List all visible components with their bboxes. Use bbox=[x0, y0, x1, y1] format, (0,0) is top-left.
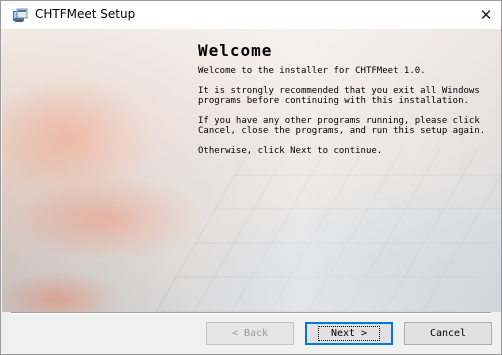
welcome-text-area: Welcome Welcome to the installer for CHT… bbox=[198, 41, 493, 166]
welcome-paragraph-intro: Welcome to the installer for CHTFMeet 1.… bbox=[198, 66, 426, 76]
window-title: CHTFMeet Setup bbox=[35, 7, 136, 21]
next-button[interactable]: Next > bbox=[305, 322, 393, 345]
cancel-button-label: Cancel bbox=[429, 328, 467, 339]
setup-window: CHTFMeet Setup ✕ Welcome Welcome to the … bbox=[0, 0, 502, 355]
title-bar[interactable]: CHTFMeet Setup ✕ bbox=[1, 1, 501, 29]
back-button[interactable]: < Back bbox=[206, 322, 294, 345]
welcome-paragraph-cancel-advice: If you have any other programs running, … bbox=[198, 116, 486, 136]
close-button[interactable]: ✕ bbox=[471, 1, 501, 29]
welcome-paragraph-exit-programs: It is strongly recommended that you exit… bbox=[198, 86, 480, 106]
installer-app-icon bbox=[12, 8, 28, 24]
welcome-heading: Welcome bbox=[198, 41, 273, 60]
close-icon: ✕ bbox=[479, 6, 493, 24]
button-area-divider bbox=[11, 312, 491, 314]
cancel-button[interactable]: Cancel bbox=[404, 322, 492, 345]
back-button-label: < Back bbox=[231, 328, 269, 339]
welcome-paragraph-continue: Otherwise, click Next to continue. bbox=[198, 146, 383, 156]
wizard-content: Welcome Welcome to the installer for CHT… bbox=[2, 29, 501, 312]
next-button-label: Next > bbox=[317, 326, 381, 341]
